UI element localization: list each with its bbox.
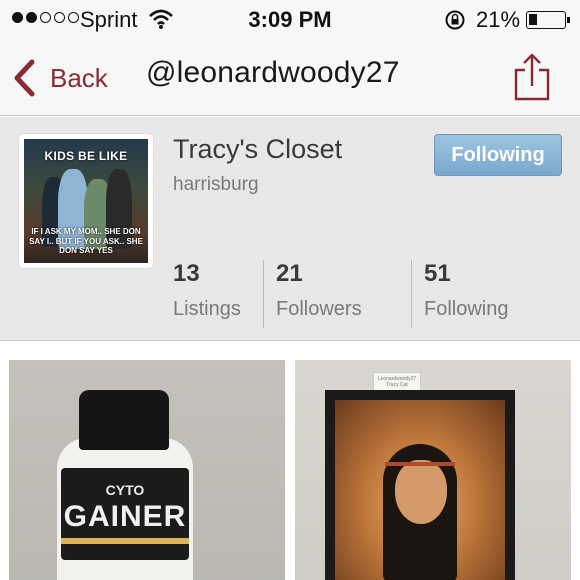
- profile-header: KIDS BE LIKE IF I ASK MY MOM.. SHE DON S…: [0, 117, 580, 341]
- product-label-small: CYTO: [105, 482, 145, 498]
- stat-divider: [411, 260, 412, 328]
- stat-following-count: 51: [424, 260, 451, 287]
- stat-following[interactable]: 51 Following: [424, 260, 508, 328]
- listing-item[interactable]: Leonardwoody27 Tracy Cat: [295, 360, 571, 580]
- following-button[interactable]: Following: [434, 134, 562, 176]
- listings-grid: CYTO GAINER Leonardwoody27 Tracy Cat: [0, 342, 580, 580]
- share-button[interactable]: [512, 52, 552, 102]
- stat-listings[interactable]: 13 Listings: [173, 260, 241, 328]
- closet-location: harrisburg: [173, 174, 259, 195]
- chevron-left-icon: [12, 59, 36, 97]
- stat-followers[interactable]: 21 Followers: [276, 260, 362, 328]
- back-label: Back: [50, 62, 108, 93]
- page-title: @leonardwoody27: [146, 56, 400, 89]
- stat-listings-label: Listings: [173, 298, 241, 320]
- product-label-large: GAINER: [63, 500, 187, 533]
- navigation-bar: Back @leonardwoody27: [0, 40, 580, 116]
- avatar-caption-top: KIDS BE LIKE: [44, 149, 128, 163]
- stat-followers-count: 21: [276, 260, 303, 287]
- stat-divider: [263, 260, 264, 328]
- rotation-lock-icon: [444, 9, 466, 36]
- supplement-jar-image: CYTO GAINER: [57, 390, 197, 580]
- avatar[interactable]: KIDS BE LIKE IF I ASK MY MOM.. SHE DON S…: [19, 134, 153, 268]
- stat-followers-label: Followers: [276, 298, 362, 320]
- avatar-meme-image: KIDS BE LIKE IF I ASK MY MOM.. SHE DON S…: [24, 139, 148, 263]
- closet-name: Tracy's Closet: [173, 134, 343, 164]
- stat-following-label: Following: [424, 298, 509, 320]
- status-bar: Sprint 3:09 PM 21%: [0, 0, 580, 40]
- battery-percent: 21%: [476, 7, 521, 32]
- stat-listings-count: 13: [173, 260, 200, 287]
- listing-tag: Leonardwoody27 Tracy Cat: [373, 372, 421, 392]
- battery-icon: [526, 11, 570, 29]
- framed-painting-image: [325, 390, 515, 580]
- back-button[interactable]: Back: [12, 56, 108, 100]
- share-icon: [512, 53, 552, 106]
- avatar-caption-bottom: IF I ASK MY MOM.. SHE DON SAY I.. BUT IF…: [29, 227, 143, 255]
- listing-item[interactable]: CYTO GAINER: [9, 360, 285, 580]
